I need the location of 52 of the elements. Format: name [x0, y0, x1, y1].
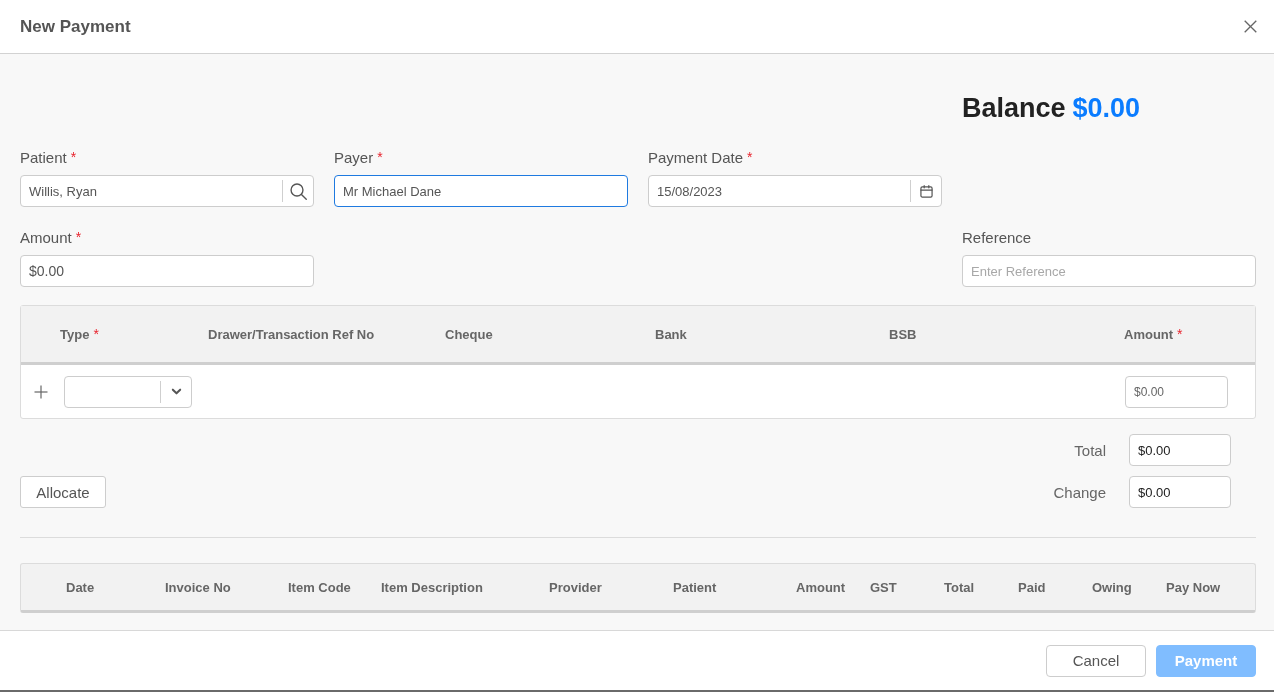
- balance-label: Balance: [962, 92, 1066, 125]
- input-field[interactable]: $0.00: [1129, 476, 1231, 508]
- column-header: Date: [66, 579, 95, 595]
- cancel-button[interactable]: Cancel: [1046, 644, 1146, 677]
- balance-amount: $0.00: [1072, 92, 1141, 125]
- field-label: Payer: [334, 148, 374, 166]
- required-mark: *: [747, 149, 753, 165]
- column-header: Total: [944, 579, 975, 595]
- required-mark: *: [93, 326, 99, 342]
- field-label: Amount: [20, 228, 72, 246]
- search-field[interactable]: Willis, Ryan: [20, 175, 314, 207]
- required-mark: *: [70, 149, 77, 165]
- field-label: Patient: [20, 148, 67, 166]
- column-header: Amount: [796, 579, 846, 595]
- field-label: Reference: [962, 228, 1032, 246]
- close-button[interactable]: [1244, 20, 1257, 33]
- column-header: Type: [60, 326, 90, 342]
- column-header: Bank: [655, 326, 687, 342]
- field-label: Change: [1052, 483, 1106, 501]
- column-header: Paid: [1018, 579, 1046, 595]
- column-header: Owing: [1092, 579, 1132, 595]
- field-label: Payment Date: [648, 148, 744, 166]
- search-icon: [289, 182, 307, 200]
- column-header: GST: [870, 579, 897, 595]
- required-mark: *: [75, 229, 82, 245]
- required-mark: *: [377, 149, 383, 165]
- input-field[interactable]: $0.00: [1129, 434, 1231, 466]
- chevron-down-icon: [170, 386, 182, 397]
- column-header: Invoice No: [165, 579, 231, 595]
- allocate-button[interactable]: Allocate: [20, 476, 106, 508]
- column-header: BSB: [889, 326, 917, 342]
- add-row-button[interactable]: [33, 384, 48, 399]
- date-field[interactable]: 15/08/2023: [648, 175, 942, 207]
- column-header: Pay Now: [1166, 579, 1221, 595]
- column-header: Provider: [549, 579, 602, 595]
- column-header: Cheque: [445, 326, 493, 342]
- input-field[interactable]: Mr Michael Dane: [334, 175, 628, 207]
- required-mark: *: [1177, 326, 1183, 342]
- input-field[interactable]: Enter Reference: [962, 255, 1256, 287]
- input-field[interactable]: $0.00: [20, 255, 314, 287]
- column-header: Amount: [1124, 326, 1174, 342]
- field-label: Total: [1073, 441, 1106, 459]
- input-field[interactable]: $0.00: [1125, 375, 1228, 408]
- column-header: Item Code: [288, 579, 351, 595]
- plus-icon: [33, 384, 48, 399]
- column-header: Patient: [673, 579, 717, 595]
- column-header: Drawer/Transaction Ref No: [208, 326, 375, 342]
- column-header: Item Description: [381, 579, 483, 595]
- calendar-icon: [919, 184, 933, 198]
- close-icon: [1244, 20, 1257, 33]
- dialog-title: New Payment: [20, 16, 131, 37]
- select-field[interactable]: [64, 375, 192, 408]
